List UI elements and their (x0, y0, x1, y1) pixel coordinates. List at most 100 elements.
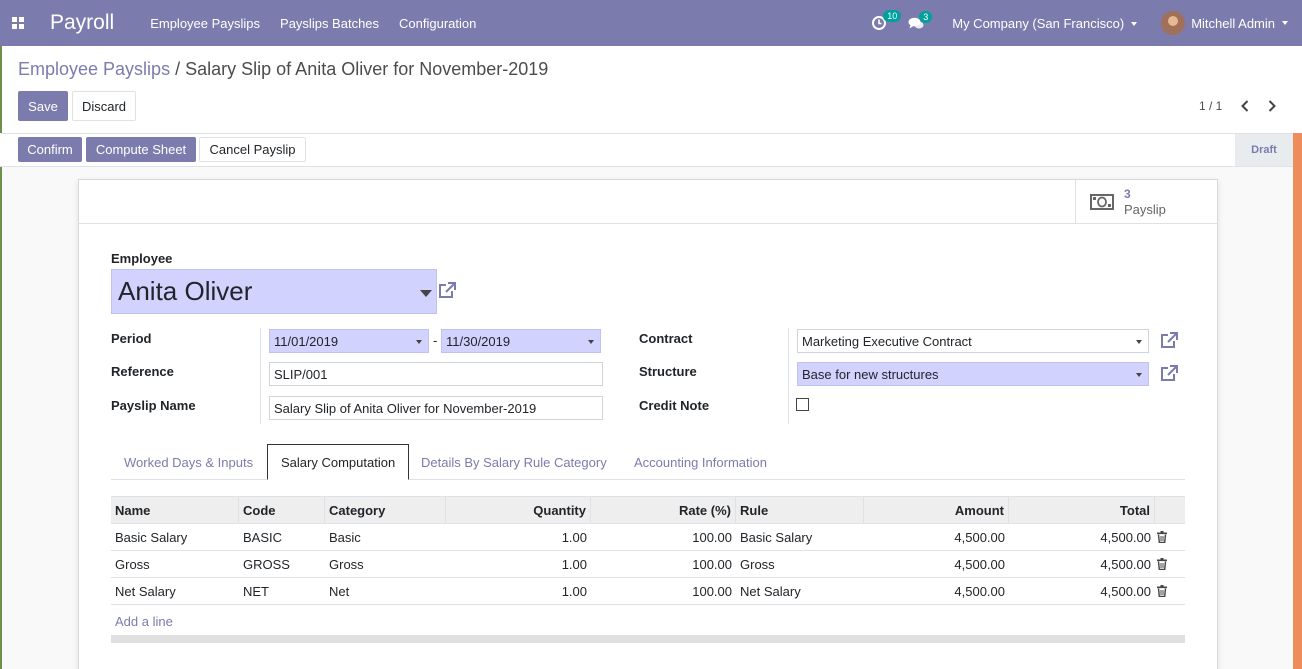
chevron-down-icon (1136, 340, 1142, 344)
breadcrumb: Employee Payslips / Salary Slip of Anita… (18, 59, 548, 80)
chevron-down-icon (1131, 22, 1138, 27)
tab-worked-days-inputs[interactable]: Worked Days & Inputs (111, 444, 266, 480)
table-row[interactable]: Gross GROSS Gross 1.00 100.00 Gross 4,500.00 4,… (111, 551, 1185, 578)
breadcrumb-separator: / (175, 59, 181, 79)
cell-rule: Gross (740, 557, 775, 572)
save-button[interactable]: Save (18, 91, 68, 121)
table-footer (111, 635, 1185, 643)
cell-category: Net (329, 584, 350, 599)
menu-employee-payslips[interactable]: Employee Payslips (150, 16, 260, 31)
column-header-total[interactable]: Total (1009, 497, 1155, 524)
date-from-value: 11/01/2019 (274, 333, 339, 349)
cell-amount: 4,500.00 (954, 557, 1005, 572)
reference-label: Reference (111, 364, 174, 379)
payslip-count-button[interactable]: 3 Payslip (1075, 180, 1217, 224)
cell-code: NET (243, 584, 269, 599)
contract-value: Marketing Executive Contract (802, 333, 972, 349)
cell-total: 4,500.00 (1100, 584, 1151, 599)
trash-icon[interactable] (1157, 558, 1167, 570)
cancel-payslip-button[interactable]: Cancel Payslip (199, 137, 306, 162)
pager-value[interactable]: 1 / 1 (1199, 99, 1222, 113)
date-to-value: 11/30/2019 (446, 333, 511, 349)
reference-value: SLIP/001 (274, 366, 328, 382)
tab-accounting-information[interactable]: Accounting Information (621, 444, 780, 480)
contract-label: Contract (639, 331, 693, 346)
chevron-down-icon (1136, 373, 1142, 377)
activity-button[interactable]: 10 (872, 10, 902, 30)
payslip-name-label: Payslip Name (111, 398, 196, 413)
cell-code: BASIC (243, 530, 283, 545)
column-header-name[interactable]: Name (111, 497, 239, 524)
column-header-amount[interactable]: Amount (864, 497, 1009, 524)
compute-sheet-button[interactable]: Compute Sheet (86, 137, 196, 162)
menu-configuration[interactable]: Configuration (399, 16, 476, 31)
column-header-quantity[interactable]: Quantity (446, 497, 591, 524)
table-row[interactable]: Net Salary NET Net 1.00 100.00 Net Salary 4,50… (111, 578, 1185, 605)
external-link-icon[interactable] (438, 281, 457, 300)
date-from-field[interactable]: 11/01/2019 (269, 329, 429, 353)
app-title[interactable]: Payroll (50, 11, 114, 35)
column-header-category[interactable]: Category (325, 497, 446, 524)
payslip-name-field[interactable]: Salary Slip of Anita Oliver for November… (269, 396, 603, 420)
cell-total: 4,500.00 (1100, 530, 1151, 545)
cell-quantity: 1.00 (561, 557, 587, 572)
cell-name: Gross (115, 557, 150, 572)
tab-salary-computation[interactable]: Salary Computation (267, 444, 410, 480)
cell-rule: Net Salary (740, 584, 801, 599)
cell-code: GROSS (243, 557, 290, 572)
cell-quantity: 1.00 (561, 584, 587, 599)
status-accent-bar (1293, 133, 1302, 669)
cell-quantity: 1.00 (561, 530, 587, 545)
cell-name: Net Salary (115, 584, 176, 599)
discard-button[interactable]: Discard (72, 91, 136, 121)
table-row[interactable]: Basic Salary BASIC Basic 1.00 100.00 Basic Sa… (111, 524, 1185, 551)
employee-label: Employee (111, 251, 173, 266)
user-name: Mitchell Admin (1191, 15, 1275, 31)
cell-rate: 100.00 (692, 557, 732, 572)
messaging-button[interactable]: 3 (908, 10, 933, 30)
table-header: Name Code Category Quantity Rate (%) Rul… (111, 496, 1185, 524)
period-label: Period (111, 331, 152, 346)
contract-field[interactable]: Marketing Executive Contract (797, 329, 1149, 353)
chevron-down-icon (588, 340, 594, 344)
reference-field[interactable]: SLIP/001 (269, 362, 603, 386)
pager-previous-icon[interactable] (1239, 99, 1251, 113)
confirm-button[interactable]: Confirm (18, 137, 82, 162)
tab-details-by-category[interactable]: Details By Salary Rule Category (408, 444, 620, 480)
field-separator (788, 328, 789, 424)
employee-value: Anita Oliver (118, 276, 253, 306)
external-link-icon[interactable] (1160, 364, 1179, 383)
breadcrumb-parent[interactable]: Employee Payslips (18, 59, 170, 79)
trash-icon[interactable] (1157, 585, 1167, 597)
trash-icon[interactable] (1157, 531, 1167, 543)
company-switcher[interactable]: My Company (San Francisco) (952, 16, 1138, 31)
avatar (1161, 11, 1186, 35)
column-header-code[interactable]: Code (239, 497, 325, 524)
breadcrumb-current: Salary Slip of Anita Oliver for November… (185, 59, 549, 79)
column-header-rate[interactable]: Rate (%) (591, 497, 736, 524)
credit-note-checkbox[interactable] (796, 398, 809, 411)
employee-field[interactable]: Anita Oliver (111, 269, 437, 314)
user-menu[interactable]: Mitchell Admin (1161, 11, 1288, 35)
chevron-down-icon[interactable] (420, 290, 432, 297)
cell-amount: 4,500.00 (954, 530, 1005, 545)
cell-total: 4,500.00 (1100, 557, 1151, 572)
top-navbar: Payroll Employee Payslips Payslips Batch… (0, 0, 1302, 46)
add-line-link[interactable]: Add a line (115, 614, 173, 629)
field-separator (260, 328, 261, 424)
external-link-icon[interactable] (1160, 331, 1179, 350)
structure-field[interactable]: Base for new structures (797, 362, 1149, 386)
date-to-field[interactable]: 11/30/2019 (441, 329, 601, 353)
menu-payslips-batches[interactable]: Payslips Batches (280, 16, 379, 31)
cell-category: Gross (329, 557, 364, 572)
date-range-separator: - (433, 333, 438, 348)
pager-next-icon[interactable] (1266, 99, 1278, 113)
cell-amount: 4,500.00 (954, 584, 1005, 599)
structure-label: Structure (639, 364, 697, 379)
cell-rule: Basic Salary (740, 530, 813, 545)
notebook-tabs: Worked Days & Inputs Salary Computation … (111, 444, 1185, 480)
column-header-rule[interactable]: Rule (736, 497, 864, 524)
apps-menu-icon[interactable] (0, 0, 36, 46)
message-count-badge: 3 (919, 10, 933, 23)
activity-count-badge: 10 (883, 10, 902, 22)
